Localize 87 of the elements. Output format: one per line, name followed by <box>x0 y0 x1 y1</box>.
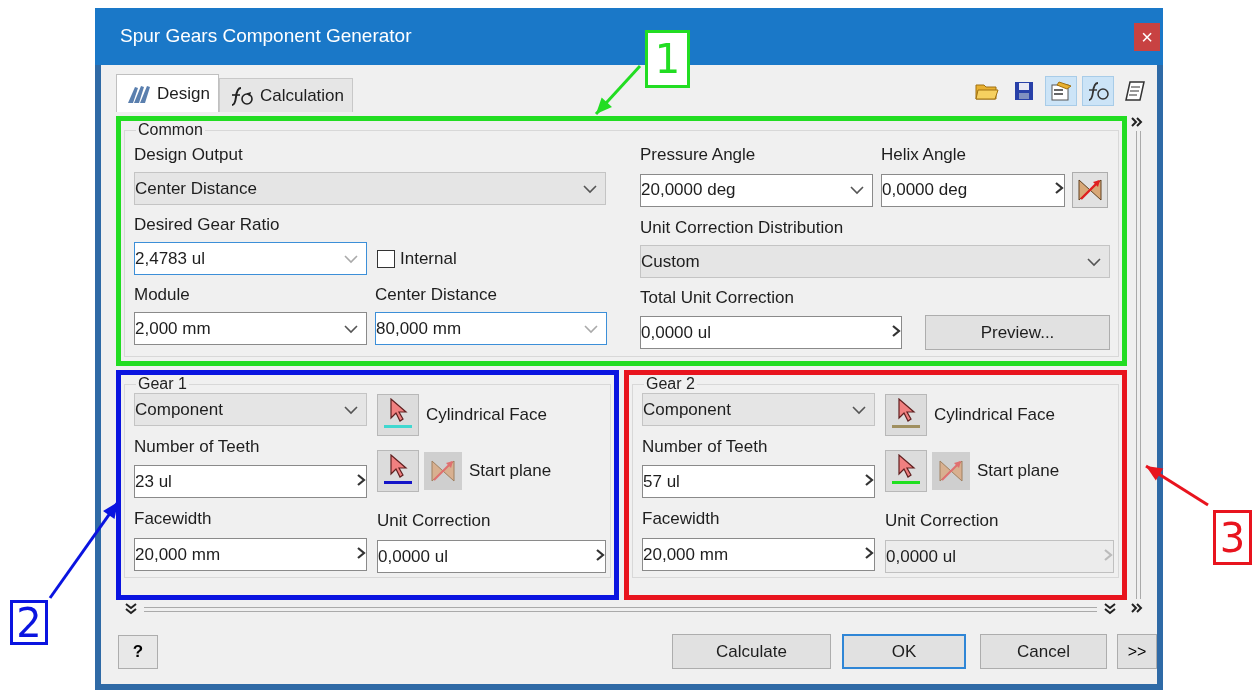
internal-checkbox[interactable]: Internal <box>377 248 457 269</box>
field-label: Total Unit Correction <box>640 287 795 309</box>
plane-arrow-button[interactable] <box>1072 172 1108 208</box>
cursor-icon <box>896 454 916 478</box>
chevron-down-icon <box>583 183 597 194</box>
field-label: Module <box>134 284 191 306</box>
tab[interactable]: Calculation <box>218 78 354 112</box>
field-label: Design Output <box>134 144 244 166</box>
input-field[interactable]: 20,000 mm <box>642 538 875 571</box>
chevron-right-icon <box>1054 181 1064 195</box>
selection-label: Cylindrical Face <box>426 405 547 425</box>
callout-arrow <box>1145 464 1209 507</box>
more-button[interactable]: >> <box>1117 634 1157 669</box>
field-label: Number of Teeth <box>134 436 260 458</box>
callout-label: 1 <box>645 30 690 88</box>
chevron-right-icon <box>891 323 901 338</box>
double-chevron-right-icon[interactable] <box>1131 116 1145 128</box>
double-chevron-right-icon[interactable] <box>1131 602 1145 614</box>
window-title: Spur Gears Component Generator <box>120 24 412 47</box>
dropdown[interactable]: 80,000 mm <box>375 312 607 345</box>
field-label: Pressure Angle <box>640 144 757 166</box>
input-field[interactable]: 0,0000 ul <box>377 540 606 573</box>
group-title: Gear 1 <box>137 375 188 393</box>
field-label: Facewidth <box>642 508 720 530</box>
double-chevron-down-icon[interactable] <box>1103 603 1117 615</box>
input-field[interactable]: 20,000 mm <box>134 538 367 571</box>
select-button[interactable] <box>377 450 419 492</box>
select-button[interactable] <box>377 394 419 436</box>
tab[interactable]: Design <box>116 74 219 112</box>
chevron-down-icon <box>344 323 358 334</box>
input-field[interactable]: 0,0000 ul <box>640 316 902 349</box>
cursor-icon <box>388 454 408 478</box>
field-label: Facewidth <box>134 508 212 530</box>
plane-arrow-icon <box>1076 176 1104 204</box>
selection-label: Cylindrical Face <box>934 405 1055 425</box>
chevron-down-icon <box>344 253 358 264</box>
dialog-button[interactable]: OK <box>842 634 966 669</box>
select-button[interactable] <box>885 394 927 436</box>
chevron-right-icon <box>595 547 605 562</box>
toolbar-button[interactable] <box>1045 76 1077 106</box>
field-label: Unit Correction <box>377 510 491 532</box>
group-title: Gear 2 <box>645 375 696 393</box>
cursor-icon <box>896 398 916 422</box>
input-field[interactable]: 57 ul <box>642 465 875 498</box>
notepad-icon <box>1124 80 1146 102</box>
chevron-down-icon <box>1087 256 1101 267</box>
selection-label: Start plane <box>977 461 1060 481</box>
help-button[interactable]: ? <box>118 634 158 669</box>
dropdown[interactable]: Center Distance <box>134 172 606 205</box>
dialog-button[interactable]: Calculate <box>672 634 831 669</box>
selection-label: Start plane <box>469 461 552 481</box>
toolbar-button[interactable] <box>1082 76 1114 106</box>
close-button[interactable]: × <box>1134 22 1160 51</box>
dropdown[interactable]: Component <box>134 393 367 426</box>
save-icon <box>1013 80 1035 102</box>
chevron-right-icon <box>864 545 874 560</box>
field-label: Desired Gear Ratio <box>134 214 281 236</box>
field-label: Unit Correction Distribution <box>640 217 845 239</box>
callout-label: 2 <box>10 600 48 645</box>
chevron-right-icon <box>1103 547 1113 562</box>
dropdown[interactable]: Custom <box>640 245 1110 278</box>
dialog-button[interactable]: Cancel <box>980 634 1107 669</box>
chevron-right-icon <box>356 545 366 560</box>
formula-icon <box>1086 80 1110 102</box>
chevron-down-icon <box>344 404 358 415</box>
chevron-right-icon <box>864 472 874 487</box>
dropdown[interactable]: Component <box>642 393 875 426</box>
double-chevron-down-icon[interactable] <box>124 603 138 615</box>
chevron-down-icon <box>850 185 864 195</box>
dropdown[interactable]: 20,0000 deg <box>640 173 873 207</box>
input-field[interactable]: 23 ul <box>134 465 367 498</box>
cursor-icon <box>388 398 408 422</box>
chevron-down-icon <box>852 404 866 415</box>
chevron-right-icon <box>356 472 366 487</box>
dropdown[interactable]: 2,4783 ul <box>134 242 367 275</box>
field-label: Number of Teeth <box>642 436 768 458</box>
callout-label: 3 <box>1213 510 1252 565</box>
preview-button[interactable]: Preview... <box>925 315 1110 350</box>
dropdown[interactable]: 2,000 mm <box>134 312 367 345</box>
group-title: Common <box>137 121 204 139</box>
field-label: Helix Angle <box>881 144 967 166</box>
input-field[interactable]: 0,0000 deg <box>881 173 1065 207</box>
chevron-down-icon <box>584 323 598 334</box>
document-icon <box>1049 80 1073 102</box>
select-button[interactable] <box>885 450 927 492</box>
field-label: Unit Correction <box>885 510 999 532</box>
field-label: Center Distance <box>375 284 497 306</box>
